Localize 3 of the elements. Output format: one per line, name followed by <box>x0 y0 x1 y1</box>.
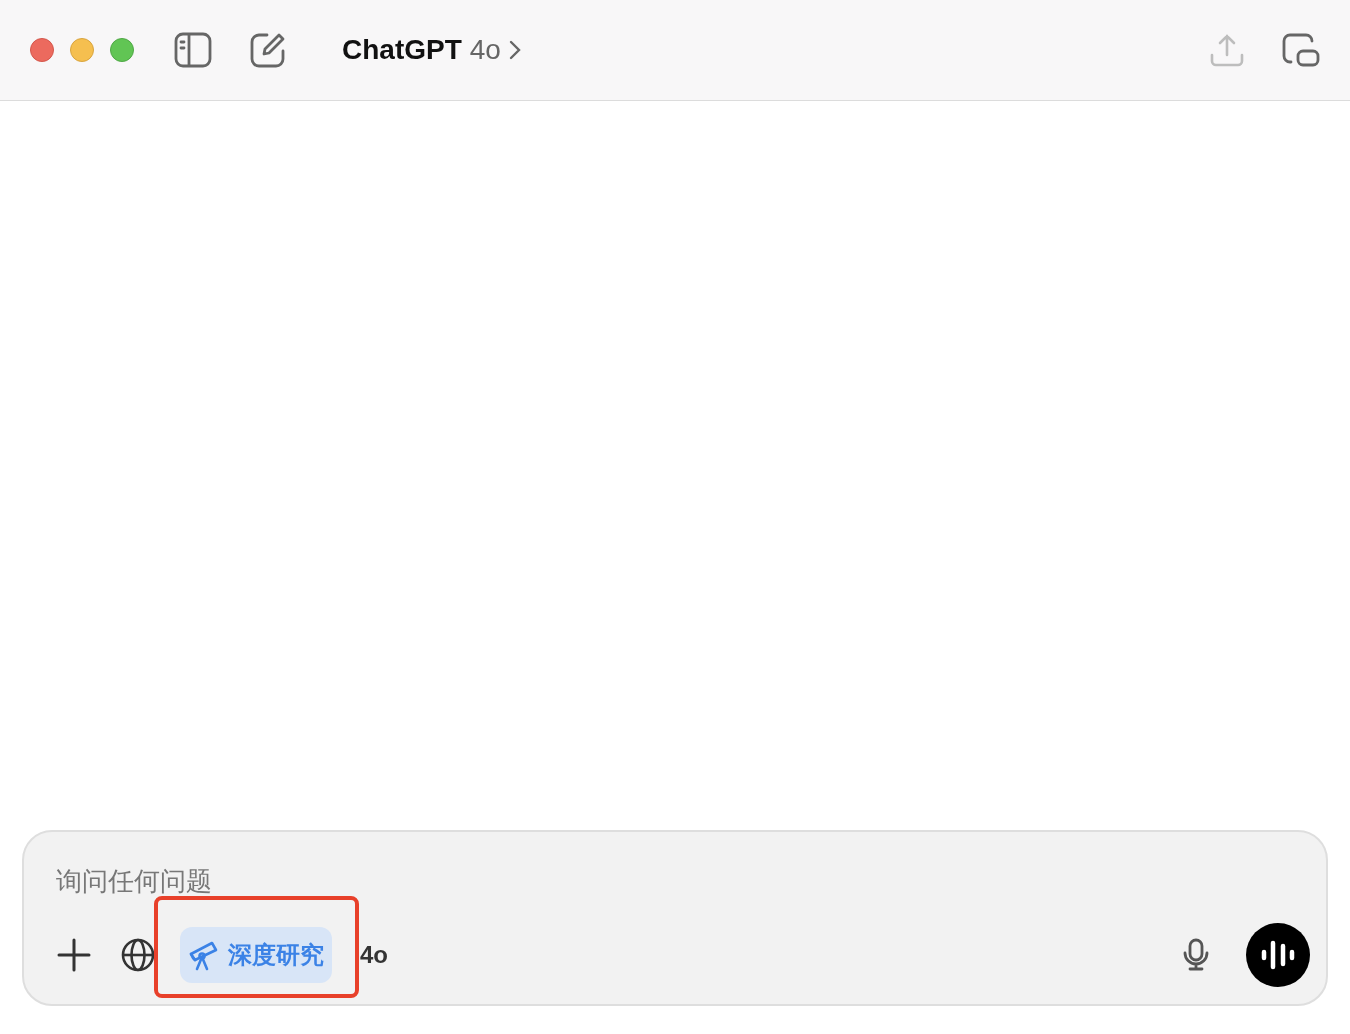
message-input[interactable]: 询问任何问题 <box>56 862 1294 901</box>
model-label: 4o <box>360 940 388 970</box>
model-selector[interactable]: ChatGPT 4o <box>342 29 521 71</box>
